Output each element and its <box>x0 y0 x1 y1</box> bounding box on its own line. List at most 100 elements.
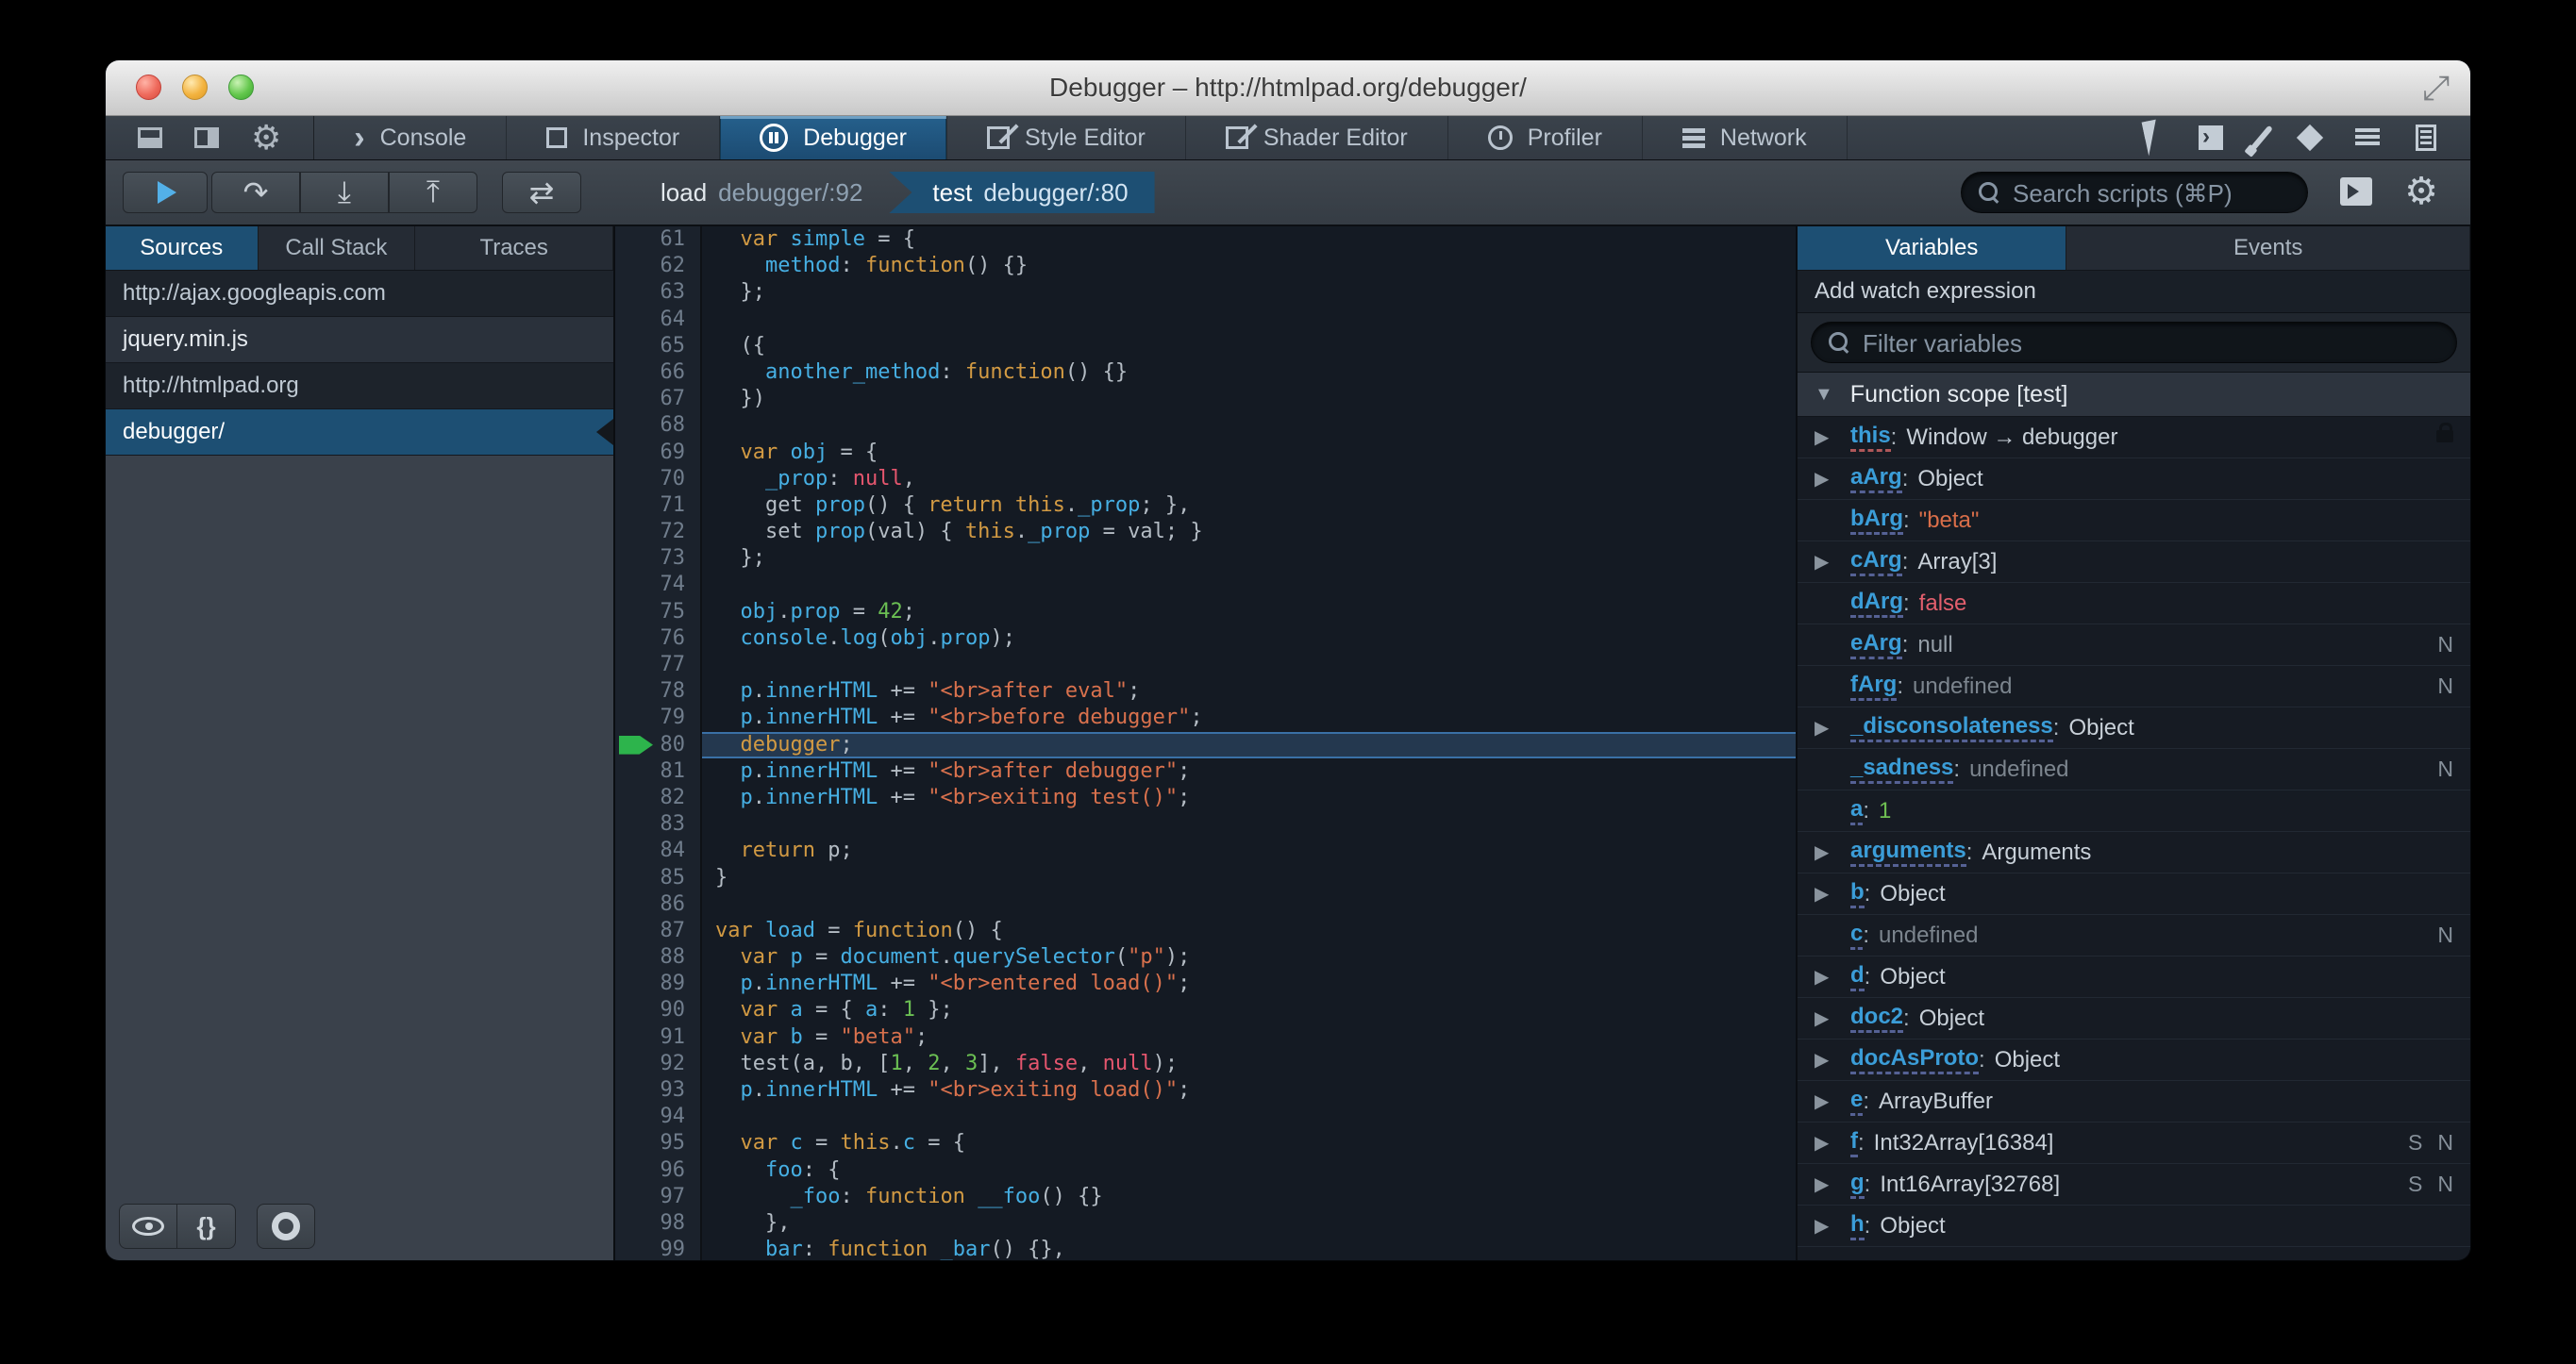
code-line[interactable]: var simple = { <box>702 226 1796 253</box>
source-item[interactable]: debugger/ <box>106 409 613 456</box>
gutter-line-number[interactable]: 61 <box>615 226 700 253</box>
tab-console[interactable]: › Console <box>314 116 508 159</box>
code-line[interactable]: p.innerHTML += "<br>after debugger"; <box>702 758 1796 785</box>
source-group[interactable]: http://ajax.googleapis.com <box>106 271 613 317</box>
gutter-line-number[interactable]: 78 <box>615 678 700 705</box>
variable-name[interactable]: doc2 <box>1850 1004 1904 1033</box>
variable-name[interactable]: h <box>1850 1211 1865 1240</box>
gutter-line-number[interactable]: 77 <box>615 652 700 678</box>
variable-row[interactable]: ▶ docAsProto: Object <box>1798 1040 2470 1081</box>
expand-arrow-icon[interactable]: ▶ <box>1815 1006 1829 1030</box>
gutter-line-number[interactable]: 71 <box>615 492 700 519</box>
variable-value[interactable]: Int32Array[16384] <box>1874 1130 2054 1156</box>
variables-tab-variables[interactable]: Variables <box>1798 226 2067 270</box>
debug-line[interactable]: debugger; <box>702 731 1796 758</box>
variable-value[interactable]: Object <box>1995 1047 2060 1073</box>
code-line[interactable]: }; <box>702 279 1796 306</box>
gutter-line-number[interactable]: 63 <box>615 279 700 306</box>
code-line[interactable]: _prop: null, <box>702 466 1796 492</box>
gutter-line-number[interactable]: 66 <box>615 359 700 386</box>
variable-row[interactable]: ▶ aArg: Object <box>1798 458 2470 500</box>
filter-variables-input[interactable] <box>1861 323 2393 364</box>
variable-name[interactable]: _sadness <box>1850 755 1954 784</box>
variable-row[interactable]: ▶ e: ArrayBuffer <box>1798 1081 2470 1123</box>
gutter-line-number[interactable]: 67 <box>615 386 700 412</box>
code-line[interactable]: p.innerHTML += "<br>exiting test()"; <box>702 785 1796 811</box>
code-line[interactable]: bar: function _bar() {}, <box>702 1237 1796 1260</box>
gutter-line-number[interactable]: 96 <box>615 1157 700 1184</box>
code-line[interactable]: get prop() { return this._prop; }, <box>702 492 1796 519</box>
gutter-line-number[interactable]: 84 <box>615 838 700 864</box>
debugger-options-gear-icon[interactable]: ⚙ <box>2404 170 2438 213</box>
blackbox-eye-button[interactable] <box>119 1204 177 1249</box>
tab-inspector[interactable]: Inspector <box>507 116 721 159</box>
variable-name[interactable]: fArg <box>1850 672 1898 701</box>
gutter-line-number[interactable]: 82 <box>615 785 700 811</box>
variable-name[interactable]: _disconsolateness <box>1850 713 2053 742</box>
code-line[interactable] <box>702 652 1796 678</box>
scope-header[interactable]: ▼ Function scope [test] <box>1798 373 2470 417</box>
variable-name[interactable]: d <box>1850 962 1865 991</box>
gutter-line-number[interactable]: 73 <box>615 545 700 572</box>
expand-arrow-icon[interactable]: ▶ <box>1815 425 1829 449</box>
gutter-line-number[interactable]: 75 <box>615 599 700 625</box>
variable-name[interactable]: b <box>1850 879 1865 908</box>
variable-row[interactable]: ▶ doc2: Object <box>1798 998 2470 1040</box>
variable-value[interactable]: Object <box>1880 1213 1945 1239</box>
variable-name[interactable]: arguments <box>1850 838 1966 867</box>
gutter-line-number[interactable]: 97 <box>615 1184 700 1210</box>
variable-value[interactable]: 1 <box>1879 798 1891 824</box>
code-line[interactable]: return p; <box>702 838 1796 864</box>
code-line[interactable]: var b = "beta"; <box>702 1024 1796 1051</box>
sources-tab-call-stack[interactable]: Call Stack <box>259 226 416 270</box>
variable-name[interactable]: g <box>1850 1170 1865 1199</box>
variable-name[interactable]: bArg <box>1850 506 1903 535</box>
code-line[interactable]: ({ <box>702 333 1796 359</box>
code-line[interactable]: method: function() {} <box>702 253 1796 279</box>
tilt-3d-icon[interactable] <box>2296 124 2324 152</box>
code-line[interactable]: p.innerHTML += "<br>entered load()"; <box>702 971 1796 997</box>
code-line[interactable]: var a = { a: 1 }; <box>702 997 1796 1023</box>
code-line[interactable]: var load = function() { <box>702 918 1796 944</box>
variable-name[interactable]: aArg <box>1850 464 1902 493</box>
code-line[interactable] <box>702 412 1796 439</box>
gutter-line-number[interactable]: 87 <box>615 918 700 944</box>
gutter-line-number[interactable]: 81 <box>615 758 700 785</box>
variable-value[interactable]: false <box>1919 591 1967 617</box>
blackbox-button[interactable]: ⇄ <box>502 172 581 213</box>
code-line[interactable]: foo: { <box>702 1157 1796 1184</box>
variable-row[interactable]: dArg: false <box>1798 583 2470 624</box>
code-line[interactable] <box>702 891 1796 918</box>
variable-row[interactable]: ▶ f: Int32Array[16384] S N <box>1798 1123 2470 1164</box>
split-console-icon[interactable] <box>2199 124 2223 150</box>
pick-element-icon[interactable] <box>2141 119 2164 157</box>
variable-row[interactable]: ▶ h: Object <box>1798 1206 2470 1247</box>
expand-arrow-icon[interactable]: ▶ <box>1815 840 1829 864</box>
stack-frame-load[interactable]: load debugger/:92 <box>634 172 889 213</box>
variable-value[interactable]: Object <box>1919 1006 1984 1032</box>
code-line[interactable]: var c = this.c = { <box>702 1130 1796 1156</box>
expand-arrow-icon[interactable]: ▶ <box>1815 965 1829 989</box>
code-line[interactable]: p.innerHTML += "<br>exiting load()"; <box>702 1077 1796 1104</box>
paintbrush-icon[interactable] <box>2250 125 2273 151</box>
gutter-line-number[interactable]: 69 <box>615 440 700 466</box>
code-line[interactable]: }, <box>702 1210 1796 1237</box>
sources-tab-traces[interactable]: Traces <box>415 226 613 270</box>
variable-name[interactable]: this <box>1850 423 1891 452</box>
search-scripts-input[interactable] <box>2011 173 2298 214</box>
tab-network[interactable]: Network <box>1643 116 1848 159</box>
code-line[interactable]: another_method: function() {} <box>702 359 1796 386</box>
gutter-line-number[interactable]: 98 <box>615 1210 700 1237</box>
stack-frame-test[interactable]: test debugger/:80 <box>889 172 1155 213</box>
scratchpad-icon[interactable] <box>2416 125 2436 151</box>
variable-row[interactable]: bArg: "beta" <box>1798 500 2470 541</box>
tab-shader-editor[interactable]: Shader Editor <box>1186 116 1448 159</box>
variable-row[interactable]: ▶ cArg: Array[3] <box>1798 541 2470 583</box>
variable-value[interactable]: ArrayBuffer <box>1879 1089 1993 1115</box>
variable-row[interactable]: fArg: undefined N <box>1798 666 2470 707</box>
sources-tab-sources[interactable]: Sources <box>106 226 259 270</box>
gutter-line-number[interactable]: 80 <box>615 732 700 758</box>
variable-value[interactable]: Window → debugger <box>1906 424 2117 451</box>
code-line[interactable]: }) <box>702 386 1796 412</box>
variable-value[interactable]: Object <box>1880 964 1945 990</box>
